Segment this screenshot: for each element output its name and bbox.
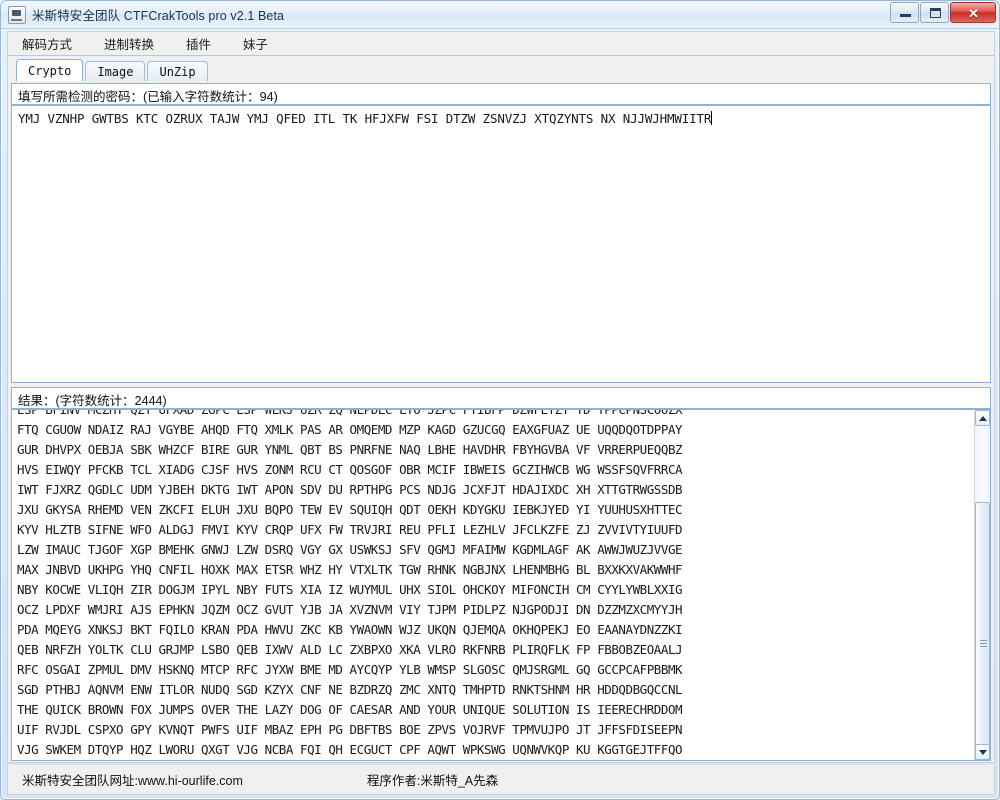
minimize-icon	[900, 14, 911, 17]
result-line: RFC OSGAI ZPMUL DMV HSKNQ MTCP RFC JYXW …	[17, 662, 683, 677]
password-input[interactable]: YMJ VZNHP GWTBS KTC OZRUX TAJW YMJ QFED …	[11, 105, 991, 383]
tab-crypto[interactable]: Crypto	[16, 59, 84, 81]
close-button[interactable]: ✕	[950, 2, 996, 23]
result-line: ESP BFINV MCZHT QZT UFXAD ZGPC ESP WLKJ …	[17, 410, 686, 420]
result-line: FTQ CGUOW NDAIZ RAJ VGYBE AHQD FTQ XMLK …	[17, 422, 683, 437]
scroll-down-icon	[979, 750, 987, 755]
result-line: LZW IMAUC TJGOF XGP BMEHK GNWJ LZW DSRQ …	[17, 542, 683, 557]
maximize-button[interactable]	[920, 2, 949, 23]
scrollbar-grip-icon	[980, 640, 987, 648]
title-bar[interactable]: 米斯特安全团队 CTFCrakTools pro v2.1 Beta ✕	[1, 1, 999, 29]
content-panel: Crypto Image UnZip 填写所需检测的密码：(已输入字符数统计：9…	[7, 57, 995, 763]
input-label: 填写所需检测的密码：(已输入字符数统计：94)	[11, 83, 991, 105]
result-line: OCZ LPDXF WMJRI AJS EPHKN JQZM OCZ GVUT …	[17, 602, 683, 617]
password-input-text: YMJ VZNHP GWTBS KTC OZRUX TAJW YMJ QFED …	[12, 106, 990, 129]
result-line: VJG SWKEM DTQYP HQZ LWORU QXGT VJG NCBA …	[17, 742, 683, 757]
scroll-down-button[interactable]	[975, 744, 990, 760]
menu-item-plugins[interactable]: 插件	[184, 32, 225, 56]
result-output[interactable]: ESP BFINV MCZHT QZT UFXAD ZGPC ESP WLKJ …	[11, 409, 991, 761]
result-line: MAX JNBVD UKHPG YHQ CNFIL HOXK MAX ETSR …	[17, 562, 683, 577]
minimize-button[interactable]	[890, 2, 919, 23]
window-controls: ✕	[889, 2, 996, 23]
result-label: 结果：(字符数统计：2444)	[11, 387, 991, 409]
status-site-url: 米斯特安全团队网址:www.hi-ourlife.com	[22, 774, 243, 788]
result-line: PDA MQEYG XNKSJ BKT FQILO KRAN PDA HWVU …	[17, 622, 683, 637]
tab-unzip[interactable]: UnZip	[147, 61, 208, 81]
password-input-value: YMJ VZNHP GWTBS KTC OZRUX TAJW YMJ QFED …	[18, 111, 712, 126]
status-author: 程序作者:米斯特_A先森	[366, 774, 499, 788]
result-line: IWT FJXRZ QGDLC UDM YJBEH DKTG IWT APON …	[17, 482, 683, 497]
status-bar: 米斯特安全团队网址:www.hi-ourlife.com 程序作者:米斯特_A先…	[7, 765, 995, 795]
text-caret	[711, 111, 713, 125]
scrollbar-track[interactable]	[975, 426, 990, 760]
result-line: SGD PTHBJ AQNVM ENW ITLOR NUDQ SGD KZYX …	[17, 682, 683, 697]
result-line: HVS EIWQY PFCKB TCL XIADG CJSF HVS ZONM …	[17, 462, 683, 477]
scroll-up-button[interactable]	[975, 410, 990, 426]
close-icon: ✕	[968, 6, 979, 21]
result-line: NBY KOCWE VLIQH ZIR DOGJM IPYL NBY FUTS …	[17, 582, 683, 597]
window-frame: 米斯特安全团队 CTFCrakTools pro v2.1 Beta ✕ 解码方…	[0, 0, 1000, 800]
menu-item-base-convert[interactable]: 进制转换	[102, 32, 168, 56]
result-scrollbar[interactable]	[974, 410, 990, 760]
result-line: JXU GKYSA RHEMD VEN ZKCFI ELUH JXU BQPO …	[17, 502, 683, 517]
menu-item-girls[interactable]: 妹子	[241, 32, 282, 56]
menu-bar: 解码方式 进制转换 插件 妹子	[7, 31, 995, 56]
window-title: 米斯特安全团队 CTFCrakTools pro v2.1 Beta	[32, 9, 285, 23]
menu-item-decode[interactable]: 解码方式	[20, 32, 86, 56]
result-line: KYV HLZTB SIFNE WFO ALDGJ FMVI KYV CRQP …	[17, 522, 683, 537]
result-line: THE QUICK BROWN FOX JUMPS OVER THE LAZY …	[17, 702, 683, 717]
scrollbar-thumb[interactable]	[975, 502, 990, 760]
result-viewport: ESP BFINV MCZHT QZT UFXAD ZGPC ESP WLKJ …	[12, 410, 974, 760]
result-line: UIF RVJDL CSPXO GPY KVNQT PWFS UIF MBAZ …	[17, 722, 683, 737]
app-icon	[8, 5, 26, 24]
result-line: QEB NRFZH YOLTK CLU GRJMP LSBO QEB IXWV …	[17, 642, 683, 657]
application-window: 米斯特安全团队 CTFCrakTools pro v2.1 Beta ✕ 解码方…	[0, 0, 1000, 800]
result-line: GUR DHVPX OEBJA SBK WHZCF BIRE GUR YNML …	[17, 442, 683, 457]
tab-image[interactable]: Image	[85, 61, 146, 81]
scroll-up-icon	[979, 416, 987, 421]
result-line-list: ESP BFINV MCZHT QZT UFXAD ZGPC ESP WLKJ …	[12, 410, 686, 760]
maximize-icon	[930, 8, 941, 18]
tab-strip: Crypto Image UnZip	[16, 59, 210, 81]
